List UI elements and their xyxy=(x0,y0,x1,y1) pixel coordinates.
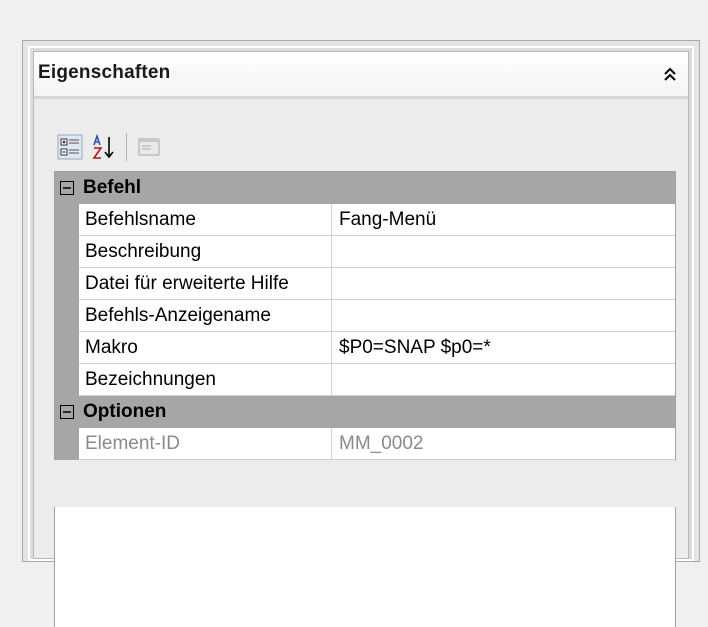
property-value[interactable] xyxy=(332,300,675,332)
property-pages-button[interactable] xyxy=(133,131,165,163)
property-grid: Befehl Befehlsname Fang-Menü Beschreibun… xyxy=(54,171,676,460)
property-pages-icon xyxy=(138,138,160,156)
property-name: Befehlsname xyxy=(79,204,332,236)
properties-panel-frame: Eigenschaften Befehl Befehlsname Fang-Me… xyxy=(22,40,700,627)
category-toggle[interactable] xyxy=(55,181,79,195)
double-chevron-up-icon xyxy=(664,67,676,81)
property-name: Befehls-Anzeigename xyxy=(79,300,332,332)
properties-panel: Eigenschaften Befehl Befehlsname Fang-Me… xyxy=(33,51,689,627)
property-value[interactable] xyxy=(332,364,675,396)
property-value[interactable]: Fang-Menü xyxy=(332,204,675,236)
sort-alphabetical-icon xyxy=(92,134,114,159)
property-row[interactable]: Beschreibung xyxy=(55,236,675,268)
category-label: Optionen xyxy=(83,401,167,422)
property-name: Beschreibung xyxy=(79,236,332,268)
panel-title: Eigenschaften xyxy=(38,62,171,83)
property-row[interactable]: Element-ID MM_0002 xyxy=(55,428,675,460)
panel-border: Eigenschaften Befehl Befehlsname Fang-Me… xyxy=(28,46,694,627)
category-optionen: Optionen xyxy=(55,396,675,428)
category-befehl: Befehl xyxy=(55,172,675,204)
property-name: Datei für erweiterte Hilfe xyxy=(79,268,332,300)
property-row[interactable]: Makro $P0=SNAP $p0=* xyxy=(55,332,675,364)
panel-content: Befehl Befehlsname Fang-Menü Beschreibun… xyxy=(34,99,688,627)
property-grid-empty-area xyxy=(54,507,676,627)
category-toggle[interactable] xyxy=(55,405,79,419)
property-row[interactable]: Bezeichnungen xyxy=(55,364,675,396)
categorized-button[interactable] xyxy=(54,131,86,163)
collapse-minus-icon xyxy=(60,181,74,195)
property-value: MM_0002 xyxy=(332,428,675,460)
property-name: Makro xyxy=(79,332,332,364)
property-name: Bezeichnungen xyxy=(79,364,332,396)
toolbar-separator xyxy=(126,133,127,161)
property-value[interactable]: $P0=SNAP $p0=* xyxy=(332,332,675,364)
categorized-icon xyxy=(57,134,83,160)
property-row[interactable]: Befehlsname Fang-Menü xyxy=(55,204,675,236)
category-label: Befehl xyxy=(83,177,142,198)
property-name: Element-ID xyxy=(79,428,332,460)
sort-alphabetical-button[interactable] xyxy=(88,131,120,163)
collapse-button[interactable] xyxy=(656,60,684,88)
properties-toolbar xyxy=(54,129,167,165)
property-row[interactable]: Datei für erweiterte Hilfe xyxy=(55,268,675,300)
panel-title-bar: Eigenschaften xyxy=(34,52,688,99)
property-row[interactable]: Befehls-Anzeigename xyxy=(55,300,675,332)
property-value[interactable] xyxy=(332,236,675,268)
collapse-minus-icon xyxy=(60,405,74,419)
property-value[interactable] xyxy=(332,268,675,300)
